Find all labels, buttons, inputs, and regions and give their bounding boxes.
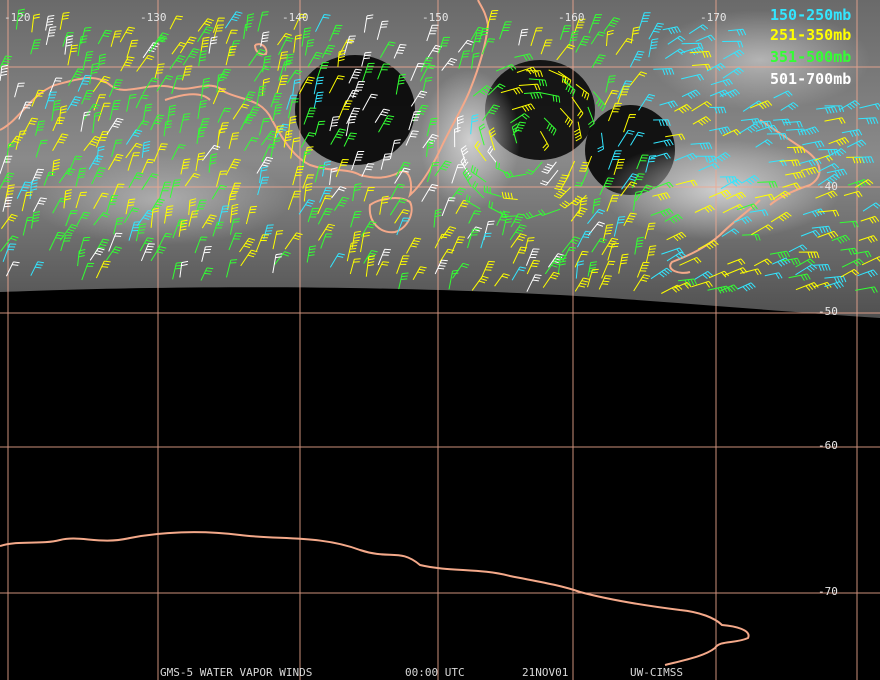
lon-label: -140 — [282, 11, 309, 24]
lon-label: -160 — [558, 11, 585, 24]
antarctica-coastline — [0, 531, 750, 666]
lat-label: -70 — [818, 585, 838, 598]
footer-source: UW-CIMSS — [630, 666, 683, 679]
footer-caption: GMS-5 WATER VAPOR WINDS 00:00 UTC 21NOV0… — [160, 666, 683, 679]
legend-entry-251-350: 251-350mb — [770, 26, 851, 44]
legend-entry-501-700: 501-700mb — [770, 70, 851, 88]
lon-label: -120 — [4, 11, 31, 24]
lat-label: -60 — [818, 439, 838, 452]
footer-date: 21NOV01 — [522, 666, 568, 679]
map-canvas: -120 -130 -140 -150 -160 -170 -40 -50 -6… — [0, 0, 880, 680]
lat-label: -50 — [818, 305, 838, 318]
footer-time: 00:00 UTC — [405, 666, 465, 679]
footer-satellite: GMS-5 WATER VAPOR WINDS — [160, 666, 312, 679]
lon-label: -130 — [140, 11, 167, 24]
bright-band-1 — [600, 140, 840, 240]
legend-entry-351-500: 351-500mb — [770, 48, 851, 66]
lat-label: -40 — [818, 180, 838, 193]
legend-entry-150-250: 150-250mb — [770, 6, 851, 24]
satellite-map-root: -120 -130 -140 -150 -160 -170 -40 -50 -6… — [0, 0, 880, 680]
lon-label: -150 — [422, 11, 449, 24]
lon-label: -170 — [700, 11, 727, 24]
